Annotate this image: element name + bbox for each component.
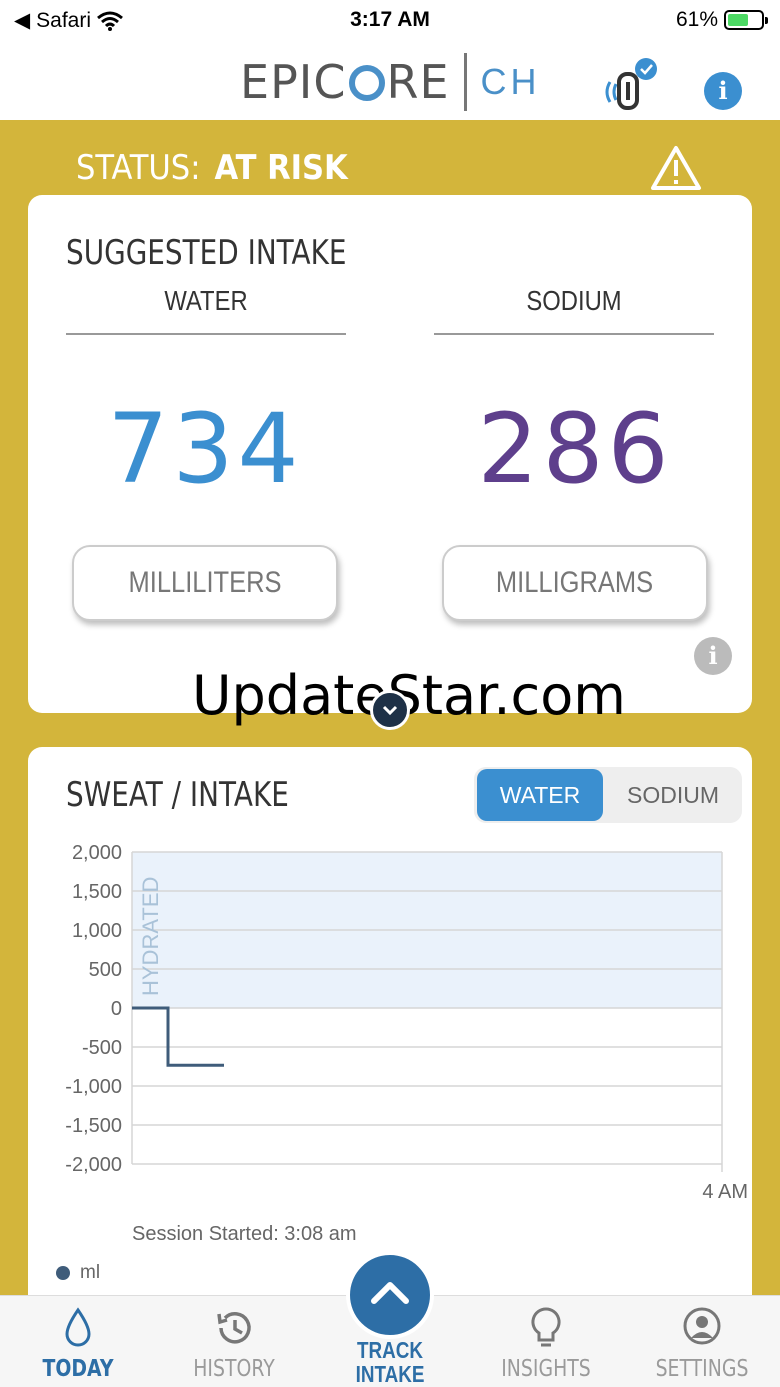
tab-today[interactable]: TODAY	[0, 1296, 156, 1387]
y-tick-label: 2,000	[72, 842, 122, 864]
sensor-connected-icon[interactable]	[600, 56, 660, 112]
app-header: EPIC RE CH i	[0, 40, 780, 120]
suggested-intake-card: SUGGESTED INTAKE WATER 734 MILLILITERS S…	[28, 195, 752, 713]
water-label: WATER	[164, 285, 248, 316]
session-started: Session Started: 3:08 am	[132, 1223, 357, 1245]
info-icon[interactable]: i	[704, 72, 742, 110]
y-tick-label: 1,000	[72, 920, 122, 942]
status-bar: ◀ Safari 3:17 AM 61%	[0, 0, 780, 40]
legend-dot	[56, 1266, 70, 1280]
sweat-intake-title: SWEAT / INTAKE	[66, 775, 289, 815]
history-icon	[217, 1312, 251, 1344]
battery-status: 61%	[675, 8, 768, 32]
suggested-intake-title: SUGGESTED INTAKE	[66, 233, 347, 273]
sodium-label: SODIUM	[526, 285, 622, 316]
sodium-unit-button[interactable]: MILLIGRAMS	[442, 545, 708, 621]
y-tick-label: -2,000	[65, 1154, 122, 1176]
status-value: AT RISK	[214, 148, 348, 188]
legend-label: ml	[80, 1262, 101, 1283]
y-tick-label: -1,000	[65, 1076, 122, 1098]
y-tick-label: -1,500	[65, 1115, 122, 1137]
battery-icon	[724, 10, 768, 30]
status-label: STATUS:	[76, 148, 201, 188]
y-tick-label: 1,500	[72, 881, 122, 903]
logo-sub: CH	[480, 61, 541, 102]
sweat-intake-chart: 2,000 1,500 1,000 500 0 -500 -1,000 -1,500 -2,00…	[65, 842, 748, 1245]
sodium-divider	[434, 333, 714, 335]
track-intake-button[interactable]	[346, 1251, 434, 1339]
track-intake-label[interactable]: TRACK INTAKE	[324, 1338, 455, 1386]
y-tick-label: -500	[82, 1037, 122, 1059]
battery-percent: 61%	[675, 8, 718, 31]
chevron-up-icon	[371, 1282, 409, 1304]
y-tick-label: 500	[89, 959, 122, 981]
risk-status: STATUS: AT RISK	[76, 148, 348, 192]
tab-history[interactable]: HISTORY	[156, 1296, 312, 1387]
toggle-sodium[interactable]: SODIUM	[610, 769, 736, 821]
y-tick-label: 0	[111, 998, 122, 1020]
logo-o-mark-icon	[348, 64, 385, 101]
water-sodium-toggle: WATER SODIUM	[474, 767, 742, 823]
series-line-ml	[132, 1006, 224, 1067]
intake-info-icon[interactable]: i	[694, 637, 732, 675]
toggle-water[interactable]: WATER	[477, 769, 603, 821]
tab-insights[interactable]: INSIGHTS	[468, 1296, 624, 1387]
water-value: 734	[107, 393, 303, 505]
lightbulb-icon	[531, 1307, 561, 1347]
epicore-logo: EPIC RE CH	[240, 53, 541, 111]
chart-legend: ml	[56, 1262, 100, 1284]
tab-settings[interactable]: SETTINGS	[624, 1296, 780, 1387]
hydrated-label: HYDRATED	[138, 877, 163, 996]
clock: 3:17 AM	[350, 8, 430, 31]
x-tick-label: 4 AM	[702, 1181, 748, 1203]
watermark: UpdateStar.com	[192, 664, 626, 727]
warning-icon	[651, 146, 701, 190]
water-unit-button[interactable]: MILLILITERS	[72, 545, 338, 621]
water-divider	[66, 333, 346, 335]
user-settings-icon	[683, 1307, 721, 1345]
sodium-value: 286	[477, 393, 673, 505]
water-drop-icon	[65, 1307, 91, 1347]
chevron-down-icon[interactable]	[370, 690, 410, 730]
